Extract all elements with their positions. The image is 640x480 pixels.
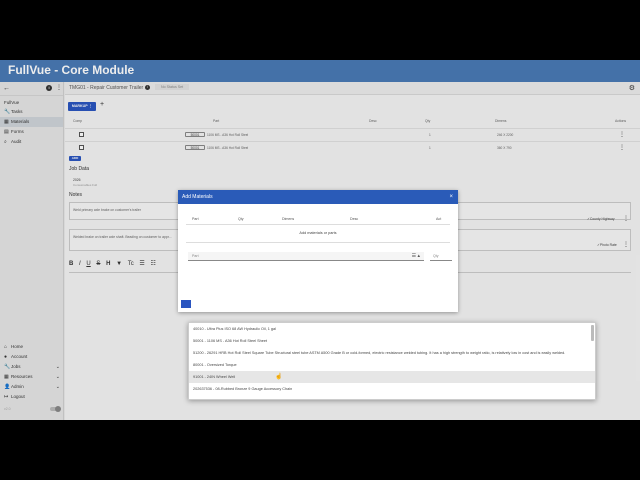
dropdown-option[interactable]: 40010 - Ultra Plus ISO 68 AW Hydraulic O…: [189, 323, 595, 335]
dialog-col-dimens: Dimens: [282, 217, 295, 221]
dialog-divider: [186, 224, 450, 225]
dialog-col-qty: Qty: [238, 217, 244, 221]
dialog-empty-text: Add materials or parts: [299, 231, 337, 235]
dialog-title: Add Materials: [182, 194, 213, 200]
list-icon[interactable]: ☰: [412, 253, 416, 259]
dropdown-option[interactable]: 51200 - 26291 HRB Hot Roll Steel Square …: [189, 347, 595, 359]
dialog-col-desc: Desc: [350, 217, 359, 221]
part-picker[interactable]: Part ☰ ▴: [188, 252, 424, 261]
part-dropdown: 40010 - Ultra Plus ISO 68 AW Hydraulic O…: [188, 322, 596, 400]
caret-up-icon[interactable]: ▴: [417, 253, 420, 259]
close-icon[interactable]: ×: [449, 190, 453, 204]
add-materials-dialog: Add Materials × Part Qty Dimens Desc Act…: [178, 190, 458, 312]
dropdown-option-hover[interactable]: 91001 - 24IN Wheel Well ☝: [189, 371, 595, 383]
dropdown-option[interactable]: 80001 - Oversized Torque: [189, 359, 595, 371]
picker-icons: ☰ ▴: [412, 253, 420, 259]
dialog-col-act: Act: [436, 217, 442, 221]
dropdown-option[interactable]: 50001 - 1106 MS - A36 Hot Roll Steel She…: [189, 335, 595, 347]
dropdown-scrollbar[interactable]: [591, 325, 594, 341]
qty-input[interactable]: Qty: [430, 252, 452, 261]
app-window: FullVue - Core Module ← i ⋮ FullVue 🔧Tas…: [0, 60, 640, 420]
dialog-add-button[interactable]: [181, 300, 191, 308]
hand-cursor-icon: ☝: [275, 374, 283, 380]
dialog-divider: [186, 242, 450, 243]
part-picker-placeholder: Part: [192, 254, 199, 258]
dropdown-option[interactable]: 202637536 - 08-Rubbed Bronze 9 Gauge Acc…: [189, 383, 595, 395]
dialog-header: Add Materials ×: [178, 190, 458, 204]
dialog-col-part: Part: [192, 217, 199, 221]
dropdown-option-label: 91001 - 24IN Wheel Well: [193, 375, 236, 379]
